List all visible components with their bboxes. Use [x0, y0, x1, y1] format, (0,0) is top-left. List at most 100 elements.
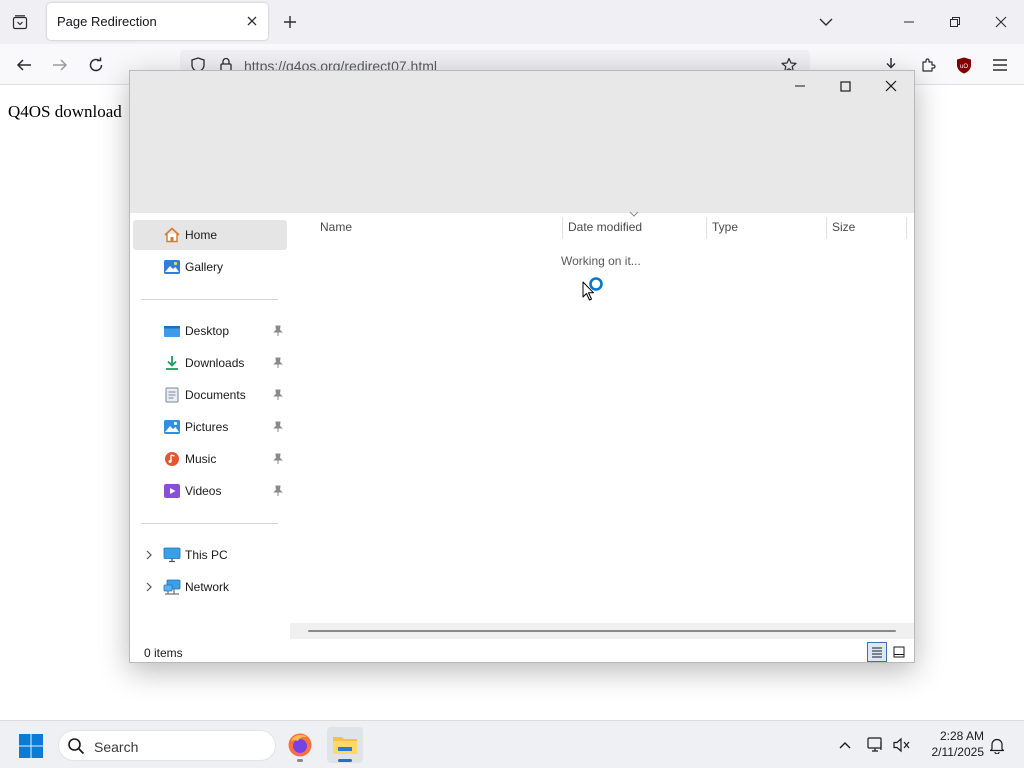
dialog-header — [130, 71, 914, 213]
navigation-pane: Home Gallery Desktop Downloads Documents… — [130, 213, 290, 623]
sidebar-item-label: Home — [185, 228, 218, 242]
chevron-down-icon — [819, 18, 833, 26]
loading-message: Working on it... — [561, 254, 641, 268]
sidebar-item-label: Documents — [185, 388, 246, 402]
clock-time: 2:28 AM — [939, 729, 984, 743]
sidebar-divider — [141, 523, 278, 524]
dialog-minimize-button[interactable] — [785, 77, 815, 95]
tab-list-icon — [12, 15, 28, 30]
ublock-button[interactable]: uO — [951, 52, 977, 78]
taskbar-firefox[interactable] — [282, 727, 318, 763]
sidebar-item-downloads[interactable]: Downloads — [133, 348, 287, 378]
sidebar-item-label: Gallery — [185, 260, 224, 274]
show-hidden-icons-button[interactable] — [835, 735, 855, 755]
browser-tab-bar: Page Redirection — [0, 0, 1024, 44]
column-header-size[interactable]: Size — [832, 220, 855, 234]
chevron-right-icon[interactable] — [144, 549, 154, 561]
column-separator[interactable] — [906, 217, 907, 239]
pin-icon — [273, 485, 283, 496]
svg-text:uO: uO — [960, 64, 968, 70]
pin-icon — [273, 389, 283, 400]
sidebar-item-network[interactable]: Network — [133, 572, 287, 602]
hamburger-menu-icon — [993, 59, 1007, 71]
details-view-button[interactable] — [867, 642, 887, 662]
this-pc-icon — [163, 547, 181, 563]
bell-icon — [989, 738, 1005, 754]
extensions-button[interactable] — [915, 52, 941, 78]
sidebar-item-music[interactable]: Music — [133, 444, 287, 474]
search-icon — [68, 738, 85, 755]
sidebar-item-label: Desktop — [185, 324, 230, 338]
sidebar-item-desktop[interactable]: Desktop — [133, 316, 287, 346]
downloads-folder-icon — [166, 356, 178, 370]
large-icons-view-button[interactable] — [889, 642, 909, 662]
chevron-up-icon — [839, 742, 851, 749]
ublock-origin-icon: uO — [957, 57, 971, 73]
sidebar-item-home[interactable]: Home — [133, 220, 287, 250]
forward-button[interactable] — [47, 52, 73, 78]
sidebar-item-documents[interactable]: Documents — [133, 380, 287, 410]
back-arrow-icon — [16, 59, 31, 71]
plus-icon — [284, 16, 296, 28]
column-header-name[interactable]: Name — [320, 220, 352, 234]
taskbar-file-explorer[interactable] — [327, 727, 363, 763]
dialog-status-bar: 0 items — [130, 641, 914, 663]
sidebar-item-label: Music — [185, 452, 217, 466]
close-icon — [885, 80, 897, 92]
dialog-maximize-button[interactable] — [830, 77, 860, 95]
pin-icon — [273, 453, 283, 464]
taskbar-search-box[interactable]: Search — [58, 730, 276, 761]
taskbar-clock[interactable]: 2:28 AM 2/11/2025 — [918, 728, 985, 760]
notifications-button[interactable] — [987, 735, 1007, 755]
item-count: 0 items — [144, 646, 183, 660]
maximize-icon — [839, 80, 851, 92]
taskbar: Search 2:28 AM 2/11/2025 — [0, 720, 1024, 768]
sidebar-item-gallery[interactable]: Gallery — [133, 252, 287, 282]
pictures-folder-icon — [164, 420, 180, 434]
list-all-tabs-button[interactable] — [812, 8, 840, 36]
column-separator[interactable] — [826, 217, 827, 239]
dialog-close-button[interactable] — [876, 77, 906, 95]
sidebar-item-videos[interactable]: Videos — [133, 476, 287, 506]
column-separator[interactable] — [562, 217, 563, 239]
restore-icon — [950, 17, 960, 27]
column-header-type[interactable]: Type — [712, 220, 738, 234]
reload-icon — [89, 57, 103, 72]
sidebar-item-label: Videos — [185, 484, 222, 498]
forward-arrow-icon — [53, 59, 68, 71]
sidebar-item-this-pc[interactable]: This PC — [133, 540, 287, 570]
browser-minimize-button[interactable] — [895, 8, 923, 36]
back-button[interactable] — [11, 52, 37, 78]
file-explorer-icon — [333, 737, 357, 754]
close-icon — [247, 16, 257, 26]
browser-restore-button[interactable] — [941, 8, 969, 36]
reload-button[interactable] — [83, 52, 109, 78]
browser-close-button[interactable] — [987, 8, 1015, 36]
sidebar-item-pictures[interactable]: Pictures — [133, 412, 287, 442]
scrollbar-thumb[interactable] — [308, 630, 896, 632]
tiles-view-icon — [893, 646, 905, 658]
documents-folder-icon — [165, 387, 179, 403]
minimize-icon — [904, 21, 914, 23]
new-tab-button[interactable] — [278, 10, 302, 34]
browser-tab-active[interactable]: Page Redirection — [47, 3, 268, 40]
page-body-text: Q4OS download — [8, 102, 122, 121]
sidebar-item-label: This PC — [185, 548, 228, 562]
gallery-icon — [164, 260, 180, 274]
search-placeholder: Search — [94, 739, 139, 755]
tab-list-button[interactable] — [6, 8, 34, 36]
active-indicator — [338, 759, 352, 762]
sidebar-item-label: Downloads — [185, 356, 245, 370]
start-button[interactable] — [18, 733, 44, 759]
tab-title: Page Redirection — [57, 14, 157, 29]
column-separator[interactable] — [706, 217, 707, 239]
mouse-pointer-icon — [582, 281, 594, 301]
horizontal-scrollbar[interactable] — [290, 623, 914, 639]
network-status-button[interactable] — [866, 735, 886, 755]
column-header-date-modified[interactable]: Date modified — [568, 220, 642, 234]
app-menu-button[interactable] — [987, 52, 1013, 78]
tab-close-button[interactable] — [244, 13, 260, 29]
volume-button[interactable] — [892, 735, 912, 755]
file-open-dialog: Home Gallery Desktop Downloads Documents… — [129, 70, 915, 663]
chevron-right-icon[interactable] — [144, 581, 154, 593]
